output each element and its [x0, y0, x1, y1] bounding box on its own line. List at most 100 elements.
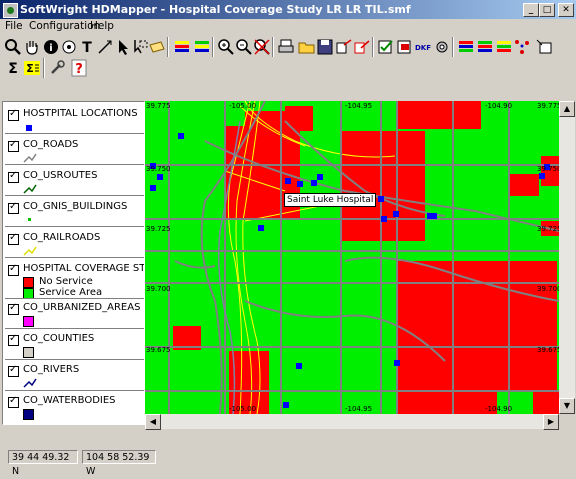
lat-label: 39.750	[146, 165, 171, 173]
lat-label: 39.725	[146, 225, 171, 233]
sigma-icon[interactable]: Σ	[3, 58, 23, 78]
scroll-up-arrow-icon[interactable]: ▲	[559, 101, 575, 117]
open-folder-icon[interactable]	[297, 37, 317, 57]
layer-checkbox[interactable]	[8, 108, 19, 121]
legend-label: CO_RIVERS	[23, 364, 80, 375]
import-icon[interactable]	[395, 37, 415, 57]
print-icon[interactable]	[276, 37, 296, 57]
layer-checkbox[interactable]	[8, 201, 19, 214]
layer-checkbox[interactable]	[8, 139, 19, 152]
legend-label: HOSPITAL COVERAGE STUDY	[23, 263, 145, 274]
window-title: SoftWright HDMapper - Hospital Coverage …	[20, 3, 411, 16]
layer-checkbox[interactable]	[8, 364, 19, 377]
county-swatch	[23, 347, 34, 358]
status-latitude: 39 44 49.32 N	[8, 450, 78, 477]
hospital-symbol	[26, 125, 32, 131]
building-symbol	[28, 218, 31, 221]
app-icon	[3, 3, 18, 18]
lat-label: 39.750	[537, 165, 559, 173]
lat-label: 39.725	[537, 225, 559, 233]
no-service-swatch	[23, 277, 34, 288]
close-button[interactable]: ✕	[558, 3, 574, 17]
scroll-left-arrow-icon[interactable]: ◀	[145, 414, 161, 430]
svg-text:T: T	[82, 40, 92, 56]
legend-panel: HOSTPITAL LOCATIONS CO_ROADS CO_USROUTES…	[2, 101, 145, 425]
layers-c-icon[interactable]	[456, 37, 476, 57]
svg-text:Σ: Σ	[26, 62, 34, 75]
waterbody-swatch	[23, 409, 34, 420]
export-icon[interactable]	[334, 37, 354, 57]
lon-label: -105.00	[229, 405, 256, 413]
layer-checkbox[interactable]	[8, 263, 19, 276]
layers-e-icon[interactable]	[494, 37, 514, 57]
lon-label: -104.90	[485, 405, 512, 413]
legend-label: CO_ROADS	[23, 139, 79, 150]
legend-label: HOSTPITAL LOCATIONS	[23, 108, 138, 119]
lon-label: -104.95	[345, 102, 372, 110]
zoom-out-icon[interactable]	[234, 37, 254, 57]
layers-b-icon[interactable]	[192, 37, 212, 57]
lat-label: 39.700	[146, 285, 171, 293]
menu-bar: File Configuration Help	[0, 19, 576, 35]
minimize-button[interactable]: _	[523, 3, 539, 17]
menu-help[interactable]: Help	[90, 20, 114, 32]
status-longitude: 104 58 52.39 W	[82, 450, 156, 477]
layers-a-icon[interactable]	[172, 37, 192, 57]
lat-label: 39.675	[146, 346, 171, 354]
legend-label: CO_GNIS_BUILDINGS	[23, 201, 128, 212]
scroll-down-arrow-icon[interactable]: ▼	[559, 398, 575, 414]
menu-file[interactable]: File	[5, 20, 23, 32]
coverage-map: 39.775 39.775 39.750 39.750 39.725 39.72…	[145, 101, 559, 414]
dkf-icon[interactable]: DKF	[413, 37, 433, 57]
lat-label: 39.700	[537, 285, 559, 293]
toolbar-secondary: Σ Σ ?	[0, 57, 120, 79]
status-bar: 39 44 49.32 N 104 58 52.39 W	[0, 448, 576, 477]
layer-checkbox[interactable]	[8, 333, 19, 346]
zoom-in-icon[interactable]	[216, 37, 236, 57]
lon-label: -104.95	[345, 405, 372, 413]
text-tool-icon[interactable]: T	[77, 37, 97, 57]
wrench-icon[interactable]	[47, 58, 67, 78]
vertical-scrollbar[interactable]: ▲ ▼	[559, 101, 575, 414]
service-area-label: Service Area	[39, 287, 103, 298]
svg-text:DKF: DKF	[415, 44, 431, 52]
zoom-icon[interactable]	[3, 37, 23, 57]
hand-pan-icon[interactable]	[22, 37, 42, 57]
legend-label: CO_USROUTES	[23, 170, 98, 181]
horizontal-scrollbar[interactable]: ◀ ▶	[145, 414, 559, 430]
check-icon[interactable]	[376, 37, 396, 57]
help-icon[interactable]: ?	[69, 58, 89, 78]
layer-checkbox[interactable]	[8, 302, 19, 315]
legend-label: CO_WATERBODIES	[23, 395, 116, 406]
title-bar: SoftWright HDMapper - Hospital Coverage …	[0, 0, 576, 19]
nodes-icon[interactable]	[512, 37, 532, 57]
sigma-list-icon[interactable]: Σ	[22, 58, 42, 78]
urbanized-swatch	[23, 316, 34, 327]
legend-label: CO_RAILROADS	[23, 232, 101, 243]
no-service-label: No Service	[39, 276, 93, 287]
map-canvas[interactable]: 39.775 39.775 39.750 39.750 39.725 39.72…	[145, 101, 559, 414]
scroll-right-arrow-icon[interactable]: ▶	[543, 414, 559, 430]
toolbar-main: i T DKF	[0, 35, 576, 59]
text-icon[interactable]	[59, 37, 79, 57]
layer-checkbox[interactable]	[8, 170, 19, 183]
maximize-button[interactable]: □	[539, 3, 555, 17]
save-icon[interactable]	[315, 37, 335, 57]
layer-checkbox[interactable]	[8, 232, 19, 245]
layers-d-icon[interactable]	[475, 37, 495, 57]
lat-label: 39.675	[537, 346, 559, 354]
info-icon[interactable]: i	[41, 37, 61, 57]
layer-icon[interactable]	[147, 37, 167, 57]
map-tooltip: Saint Luke Hospital	[284, 193, 377, 207]
svg-text:?: ?	[75, 62, 83, 77]
gear-icon[interactable]	[432, 37, 452, 57]
lon-label: -104.90	[485, 102, 512, 110]
svg-text:Σ: Σ	[8, 61, 18, 77]
lat-label: 39.775	[537, 102, 559, 110]
window-icon[interactable]	[534, 37, 554, 57]
layer-checkbox[interactable]	[8, 395, 19, 408]
legend-label: CO_COUNTIES	[23, 333, 95, 344]
line-icon[interactable]	[95, 37, 115, 57]
export-red-icon[interactable]	[352, 37, 372, 57]
zoom-cancel-icon[interactable]	[252, 37, 272, 57]
